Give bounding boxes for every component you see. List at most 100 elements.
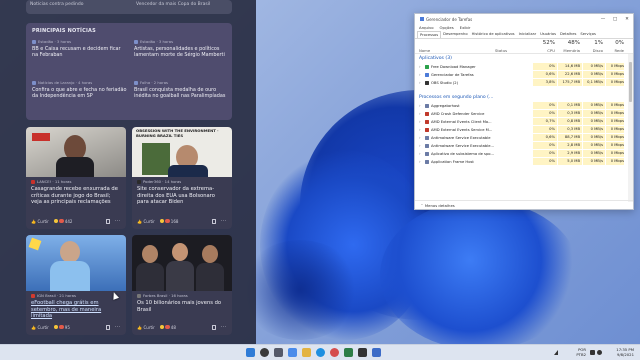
like-button[interactable]: 👍 Curtir <box>31 219 49 224</box>
save-icon[interactable] <box>105 218 110 224</box>
task-view-icon[interactable] <box>274 348 283 357</box>
process-net-value: 0 Mbps <box>610 159 624 163</box>
expand-chevron-icon[interactable]: › <box>419 103 423 108</box>
close-button[interactable]: ✕ <box>621 14 633 24</box>
more-options-icon[interactable]: ··· <box>221 218 227 224</box>
process-cpu-value: 0% <box>549 143 555 147</box>
process-net-value: 0 Mbps <box>610 64 624 68</box>
wifi-icon[interactable] <box>590 350 595 355</box>
expand-chevron-icon[interactable]: › <box>419 127 423 132</box>
reactions[interactable]: 95 <box>53 325 70 330</box>
obs-icon[interactable] <box>358 348 367 357</box>
more-options-icon[interactable]: ··· <box>221 324 227 330</box>
card-source: IGN Brasil · 21 horas <box>37 293 76 298</box>
process-row[interactable]: › AMD External Events Client Mo... 0,7% 0,8… <box>415 118 629 125</box>
col-disk[interactable]: Disco <box>583 48 603 53</box>
tab-servicos[interactable]: Serviços <box>578 31 598 38</box>
source-logo-icon <box>137 179 141 184</box>
less-details-label: Menos detalhes <box>424 202 455 208</box>
process-row[interactable]: › Application Frame Host 0% 5,0 MB 0 MB/s 0 M… <box>415 158 629 165</box>
expand-chevron-icon[interactable]: › <box>419 64 423 69</box>
reactions[interactable]: 442 <box>53 219 72 224</box>
top-news-strip[interactable]: Notícias contra pedindo Vencedor da mais… <box>26 0 232 14</box>
process-row[interactable]: › Aplicativo de subsistema de spo... 0% 2,9… <box>415 150 629 157</box>
more-options-icon[interactable]: ··· <box>115 324 121 330</box>
edge-icon[interactable] <box>316 348 325 357</box>
start-icon[interactable] <box>246 348 255 357</box>
news-item[interactable]: Folha · 2 horas Brasil conquista medalha… <box>134 80 230 100</box>
process-row[interactable]: › OBS Studio (2) 3,8% 175,7 MB 0,1 MB/s 0 Mbp… <box>415 79 629 86</box>
reactions[interactable]: 48 <box>159 325 176 330</box>
card-headline-link[interactable]: eFootball chega grátis em setembro, mas … <box>31 300 121 320</box>
file-explorer-icon[interactable] <box>302 348 311 357</box>
col-status[interactable]: Status <box>495 48 507 53</box>
expand-chevron-icon[interactable]: › <box>419 159 423 164</box>
process-row[interactable]: › Gerenciador de Tarefas 0,6% 22,6 MB 0 MB/s… <box>415 71 629 78</box>
expand-chevron-icon[interactable]: › <box>419 135 423 140</box>
tab-historico[interactable]: Histórico de aplicativos <box>470 31 517 38</box>
like-button[interactable]: 👍 Curtir <box>31 325 49 330</box>
tab-processos[interactable]: Processos <box>417 31 442 38</box>
news-item[interactable]: Estadão · 3 horas BB e Caixa recusam e d… <box>32 39 128 59</box>
chrome-icon[interactable] <box>330 348 339 357</box>
task-manager-taskbar-icon[interactable] <box>372 348 381 357</box>
wallpaper-bloom <box>240 240 360 340</box>
menu-item-exibir[interactable]: Exibir <box>460 25 471 30</box>
like-button[interactable]: 👍 Curtir <box>137 325 155 330</box>
expand-chevron-icon[interactable]: › <box>419 72 423 77</box>
process-row[interactable]: › Antimalware Service Executable 0,6% 88,7 … <box>415 134 629 141</box>
col-name[interactable]: Nome <box>419 48 430 53</box>
store-icon[interactable] <box>344 348 353 357</box>
col-memory[interactable]: Memória <box>558 48 580 53</box>
col-cpu[interactable]: CPU <box>533 48 555 53</box>
more-options-icon[interactable]: ··· <box>115 218 121 224</box>
col-network[interactable]: Rede <box>606 48 624 53</box>
tab-desempenho[interactable]: Desempenho <box>441 31 469 38</box>
process-name-cell: › AMD External Events Client Mo... <box>419 119 492 124</box>
language-indicator[interactable]: POR PTB2 <box>572 347 586 357</box>
reactions[interactable]: 168 <box>159 219 178 224</box>
process-row[interactable]: › Free Download Manager 0% 14,6 MB 0 MB/s 0 M… <box>415 63 629 70</box>
expand-chevron-icon[interactable]: › <box>419 119 423 124</box>
news-item[interactable]: Notícias de Laranjo · 4 horas Confira o … <box>32 80 128 100</box>
volume-icon[interactable] <box>597 350 602 355</box>
maximize-button[interactable]: □ <box>609 14 621 24</box>
news-card[interactable]: IGN Brasil · 21 horas eFootball chega gr… <box>26 235 126 335</box>
minimize-button[interactable]: — <box>597 14 609 24</box>
save-icon[interactable] <box>211 218 216 224</box>
title-bar[interactable]: Gerenciador de Tarefas — □ ✕ <box>415 14 633 24</box>
vertical-scrollbar[interactable] <box>628 54 633 202</box>
less-details-button[interactable]: ˄ Menos detalhes <box>415 200 633 209</box>
tab-inicializar[interactable]: Inicializar <box>517 31 539 38</box>
save-icon[interactable] <box>105 324 110 330</box>
like-button[interactable]: 👍 Curtir <box>137 219 155 224</box>
tab-usuarios[interactable]: Usuários <box>538 31 558 38</box>
expand-chevron-icon[interactable]: › <box>419 80 423 85</box>
expand-chevron-icon[interactable]: › <box>419 143 423 148</box>
news-card[interactable]: LANCE! · 11 horas Casagrande recebe enxu… <box>26 127 126 229</box>
news-card[interactable]: Forbes Brasil · 16 horas Os 10 bilionári… <box>132 235 232 335</box>
process-row[interactable]: › AMD Crash Defender Service 0% 0,3 MB 0 MB/… <box>415 110 629 117</box>
net-total: 0% <box>615 40 624 46</box>
process-row[interactable]: › Antimalware Service Executable... 0% 2,8 … <box>415 142 629 149</box>
process-name-cell: › Antimalware Service Executable... <box>419 143 494 148</box>
cpu-total: 52% <box>542 40 555 46</box>
wallpaper-bloom <box>380 200 580 344</box>
news-card[interactable]: OBSESSION WITH THE ENVIRONMENT · BURNING… <box>132 127 232 229</box>
search-icon[interactable] <box>260 348 269 357</box>
menu-item-arquivo[interactable]: Arquivo <box>419 25 434 30</box>
menu-item-opcoes[interactable]: Opções <box>440 25 454 30</box>
news-item[interactable]: Estadão · 3 horas Artistas, personalidad… <box>134 39 230 59</box>
process-row[interactable]: › Aggregatorhost 0% 0,1 MB 0 MB/s 0 Mbps <box>415 102 629 109</box>
expand-chevron-icon[interactable]: › <box>419 111 423 116</box>
widgets-icon[interactable] <box>288 348 297 357</box>
expand-chevron-icon[interactable]: › <box>419 151 423 156</box>
process-net-value: 0 Mbps <box>610 111 624 115</box>
process-icon <box>425 111 429 116</box>
process-row[interactable]: › AMD External Events Service M... 0% 0,3 M… <box>415 126 629 133</box>
tab-detalhes[interactable]: Detalhes <box>558 31 578 38</box>
clock[interactable]: 17:35 PM 9/8/2021 <box>604 347 634 357</box>
show-hidden-icons-icon[interactable] <box>554 350 558 355</box>
save-icon[interactable] <box>211 324 216 330</box>
scrollbar-thumb[interactable] <box>629 62 632 102</box>
